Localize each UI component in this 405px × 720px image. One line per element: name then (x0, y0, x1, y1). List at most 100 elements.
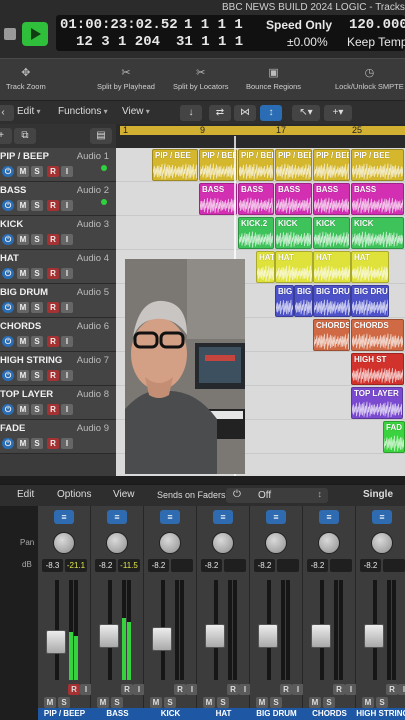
volume-fader[interactable] (46, 630, 66, 654)
global-tracks-icon[interactable]: ▤ (90, 128, 112, 144)
track-name[interactable]: BIG DRUM (0, 287, 48, 298)
solo-button[interactable]: S (111, 697, 123, 708)
snap-icon[interactable]: ⋈ (234, 105, 256, 121)
mute-button[interactable]: M (203, 697, 215, 708)
split-by-locators-button[interactable]: ✂ Split by Locators (173, 67, 228, 91)
solo-button[interactable]: S (31, 302, 43, 313)
pan-knob[interactable] (159, 532, 181, 554)
solo-button[interactable]: S (31, 200, 43, 211)
audio-region[interactable]: HAT (275, 251, 313, 283)
volume-fader[interactable] (99, 624, 119, 648)
record-button[interactable]: R (47, 268, 59, 279)
power-icon[interactable]: ⏻ (2, 404, 14, 415)
record-button[interactable]: R (121, 684, 133, 695)
track-name[interactable]: HAT (0, 253, 19, 264)
bounce-regions-button[interactable]: ▣ Bounce Regions (246, 67, 301, 91)
track-lane[interactable]: BASS BASS BASS BASS BASS (116, 182, 405, 216)
input-monitor-button[interactable]: I (61, 438, 73, 449)
audio-region[interactable]: BASS (351, 183, 404, 215)
solo-button[interactable]: S (323, 697, 335, 708)
stop-button[interactable] (4, 28, 16, 40)
solo-button[interactable]: S (58, 697, 70, 708)
track-header[interactable]: BIG DRUM Audio 5 ⏻ M S R I (0, 284, 116, 318)
pointer-tool-icon[interactable]: ↖▾ (292, 105, 320, 121)
track-header[interactable]: KICK Audio 3 ⏻ M S R I (0, 216, 116, 250)
audio-region[interactable]: BIG DRU (313, 285, 351, 317)
track-header[interactable]: FADE Audio 9 ⏻ M S R I (0, 420, 116, 454)
record-button[interactable]: R (47, 302, 59, 313)
audio-region[interactable]: PIP / BEE (275, 149, 312, 181)
audio-region[interactable]: BIG (275, 285, 294, 317)
waveform-icon[interactable]: ≡ (54, 510, 74, 524)
track-header[interactable]: HIGH STRING Audio 7 ⏻ M S R I (0, 352, 116, 386)
mute-button[interactable]: M (17, 200, 29, 211)
track-zoom-button[interactable]: ✥ Track Zoom (6, 67, 46, 91)
track-header[interactable]: CHORDS Audio 6 ⏻ M S R I (0, 318, 116, 352)
input-monitor-button[interactable]: I (61, 370, 73, 381)
pan-knob[interactable] (212, 532, 234, 554)
power-icon[interactable]: ⏻ (2, 268, 14, 279)
input-monitor-button[interactable]: I (61, 200, 73, 211)
power-icon[interactable]: ⏻ (2, 234, 14, 245)
solo-button[interactable]: S (31, 438, 43, 449)
strip-name[interactable]: HIGH STRING (356, 708, 405, 720)
solo-button[interactable]: S (31, 268, 43, 279)
input-monitor-button[interactable]: I (61, 268, 73, 279)
record-button[interactable]: R (386, 684, 398, 695)
audio-region[interactable]: BASS (238, 183, 274, 215)
play-button[interactable] (22, 22, 48, 46)
mute-button[interactable]: M (17, 302, 29, 313)
solo-button[interactable]: S (31, 404, 43, 415)
track-name[interactable]: BASS (0, 185, 26, 196)
record-button[interactable]: R (47, 200, 59, 211)
track-name[interactable]: FADE (0, 423, 25, 434)
volume-readout[interactable]: -8.2 (201, 559, 222, 572)
mute-button[interactable]: M (17, 404, 29, 415)
input-monitor-button[interactable]: I (61, 336, 73, 347)
pan-knob[interactable] (318, 532, 340, 554)
volume-fader[interactable] (152, 627, 172, 651)
mute-button[interactable]: M (150, 697, 162, 708)
record-button[interactable]: R (47, 404, 59, 415)
mute-button[interactable]: M (309, 697, 321, 708)
add-track-icon[interactable]: + (0, 128, 12, 144)
solo-button[interactable]: S (31, 336, 43, 347)
waveform-icon[interactable]: ≡ (372, 510, 392, 524)
flex-icon[interactable]: ⇄ (209, 105, 231, 121)
volume-readout[interactable]: -8.2 (307, 559, 328, 572)
track-header[interactable]: HAT Audio 4 ⏻ M S R I (0, 250, 116, 284)
left-toggle-button[interactable]: ‹ (0, 105, 14, 121)
audio-region[interactable]: HAT (313, 251, 351, 283)
secondary-tool-icon[interactable]: +▾ (324, 105, 352, 121)
volume-readout[interactable]: -8.2 (360, 559, 381, 572)
audio-region[interactable]: PIP / BEE (351, 149, 404, 181)
power-icon[interactable]: ⏻ (2, 336, 14, 347)
audio-region[interactable]: KICK (275, 217, 312, 249)
audio-region[interactable]: BASS (313, 183, 350, 215)
audio-region[interactable]: KICK (313, 217, 350, 249)
cycle-region[interactable] (120, 126, 405, 135)
track-name[interactable]: HIGH STRING (0, 355, 62, 366)
pan-knob[interactable] (106, 532, 128, 554)
catch-icon[interactable]: ↓ (180, 105, 202, 121)
functions-menu[interactable]: Functions (58, 106, 108, 117)
pan-knob[interactable] (371, 532, 393, 554)
record-button[interactable]: R (47, 370, 59, 381)
power-icon[interactable]: ⏻ (2, 166, 14, 177)
lock-smpte-button[interactable]: ◷ Lock/Unlock SMPTE (335, 67, 404, 91)
mute-button[interactable]: M (256, 697, 268, 708)
track-lane[interactable]: PIP / BEE PIP / BEE PIP / BEE PIP / BEE PIP … (116, 148, 405, 182)
input-monitor-button[interactable]: I (61, 404, 73, 415)
strip-name[interactable]: PIP / BEEP (38, 708, 91, 720)
solo-button[interactable]: S (164, 697, 176, 708)
audio-region[interactable]: FAD (383, 421, 405, 453)
split-by-playhead-button[interactable]: ✂ Split by Playhead (97, 67, 155, 91)
volume-fader[interactable] (258, 624, 278, 648)
record-button[interactable]: R (333, 684, 345, 695)
input-monitor-button[interactable]: I (398, 684, 405, 695)
track-name[interactable]: KICK (0, 219, 23, 230)
volume-readout[interactable]: -8.2 (95, 559, 116, 572)
pan-knob[interactable] (53, 532, 75, 554)
solo-button[interactable]: S (270, 697, 282, 708)
track-header[interactable]: PIP / BEEP Audio 1 ⏻ M S R I (0, 148, 116, 182)
